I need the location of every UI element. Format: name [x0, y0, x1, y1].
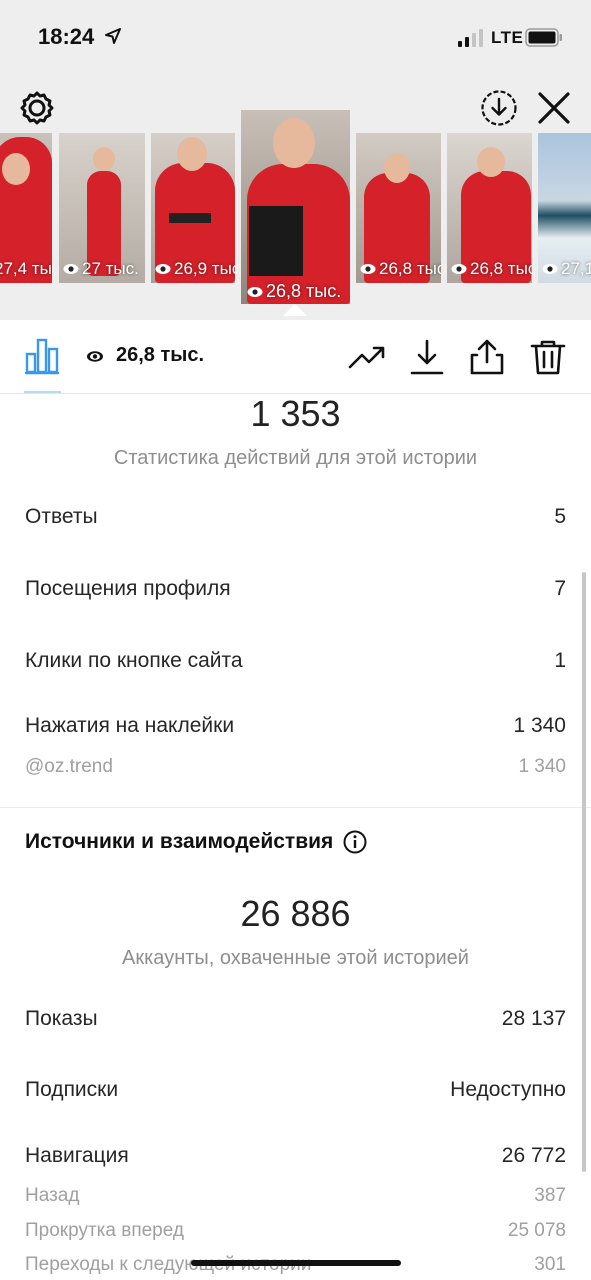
stat-subvalue: 301	[534, 1254, 566, 1275]
thumbnail-view-count: 27,1 тыс.	[561, 259, 591, 278]
insights-toolbar: 26,8 тыс.	[0, 320, 591, 394]
eye-icon	[155, 264, 171, 274]
stat-value: 1 340	[513, 714, 566, 737]
story-thumbnail-strip[interactable]: 27,4 тыс. 27 тыс. 26,9 тыс. 26,8 тыс. 26…	[0, 110, 591, 320]
scrollbar[interactable]	[582, 572, 586, 1172]
actions-total: 1 353	[250, 393, 341, 434]
thumbnail-view-count: 26,9 тыс.	[174, 259, 235, 278]
reach-total: 26 886	[240, 893, 351, 934]
thumbnail-view-count: 26,8 тыс.	[470, 259, 532, 278]
eye-icon	[63, 264, 79, 274]
selected-pointer	[283, 304, 307, 316]
stat-label: Ответы	[25, 505, 98, 528]
story-thumbnail-selected[interactable]: 26,8 тыс.	[241, 110, 350, 304]
stat-subvalue: 387	[534, 1185, 566, 1206]
stat-subvalue: 1 340	[518, 756, 566, 777]
eye-icon	[360, 264, 376, 274]
stat-value: 28 137	[501, 1007, 566, 1030]
section-divider	[0, 807, 591, 808]
story-thumbnail[interactable]: 26,8 тыс.	[447, 133, 532, 283]
stat-row-sticker-taps: Нажатия на наклейки 1 340	[25, 714, 566, 738]
reach-subtitle: Аккаунты, охваченные этой историей	[122, 947, 469, 969]
stat-sublabel: Прокрутка вперед	[25, 1220, 184, 1241]
eye-icon	[247, 286, 263, 297]
location-arrow-icon	[105, 28, 121, 44]
stat-value: Недоступно	[450, 1078, 566, 1101]
stat-label: Посещения профиля	[25, 577, 231, 600]
status-time: 18:24	[38, 24, 95, 49]
stat-value: 5	[554, 505, 566, 528]
thumbnail-view-count: 26,8 тыс.	[266, 281, 342, 301]
stat-label: Навигация	[25, 1144, 129, 1167]
story-thumbnail[interactable]: 26,9 тыс.	[151, 133, 235, 283]
eye-icon	[87, 351, 103, 362]
thumbnail-view-count: 27,4 тыс.	[0, 259, 52, 278]
share-icon[interactable]	[468, 338, 506, 376]
actions-subtitle: Статистика действий для этой истории	[113, 447, 478, 469]
trash-icon[interactable]	[529, 338, 567, 376]
stat-label: Подписки	[25, 1078, 119, 1101]
status-bar: 18:24 LTE	[0, 0, 591, 76]
stat-row-profile-visits: Посещения профиля 7	[25, 577, 566, 601]
sources-section-header: Источники и взаимодействия	[25, 830, 367, 854]
thumbnail-view-count: 26,8 тыс.	[379, 259, 441, 278]
stat-sublabel: Назад	[25, 1185, 80, 1206]
stat-label: Клики по кнопке сайта	[25, 649, 243, 672]
stat-label: Показы	[25, 1007, 98, 1030]
stat-value: 26 772	[501, 1144, 566, 1167]
stat-subrow-forward: Прокрутка вперед 25 078	[25, 1220, 566, 1242]
trending-up-icon[interactable]	[348, 338, 386, 376]
home-indicator[interactable]	[191, 1260, 401, 1266]
stat-value: 1	[554, 649, 566, 672]
story-thumbnail[interactable]: 27,1 тыс.	[538, 133, 591, 283]
download-icon[interactable]	[408, 338, 446, 376]
eye-icon	[542, 264, 558, 274]
network-type: LTE	[491, 28, 524, 47]
info-icon[interactable]	[343, 830, 367, 854]
stat-subrow-back: Назад 387	[25, 1185, 566, 1207]
stat-row-navigation: Навигация 26 772	[25, 1144, 566, 1168]
stat-value: 7	[554, 577, 566, 600]
stat-row-replies: Ответы 5	[25, 505, 566, 529]
stat-row-follows: Подписки Недоступно	[25, 1078, 566, 1102]
story-views-total: 26,8 тыс.	[116, 344, 205, 366]
story-thumbnail[interactable]: 26,8 тыс.	[356, 133, 441, 283]
stat-subvalue: 25 078	[507, 1220, 566, 1241]
stat-row-impressions: Показы 28 137	[25, 1007, 566, 1031]
stat-label: Нажатия на наклейки	[25, 714, 235, 737]
eye-icon	[451, 264, 467, 274]
story-thumbnail[interactable]: 27 тыс.	[59, 133, 145, 283]
story-thumbnail[interactable]: 27,4 тыс.	[0, 133, 52, 283]
signal-icon	[458, 29, 483, 47]
insights-bar-chart-icon[interactable]	[24, 337, 60, 375]
battery-icon	[525, 28, 562, 47]
sources-title: Источники и взаимодействия	[25, 830, 334, 853]
stat-subrow-sticker-mention: @oz.trend 1 340	[25, 756, 566, 778]
stat-sublabel: @oz.trend	[25, 756, 113, 777]
thumbnail-view-count: 27 тыс.	[82, 259, 139, 278]
stat-row-website-clicks: Клики по кнопке сайта 1	[25, 649, 566, 673]
